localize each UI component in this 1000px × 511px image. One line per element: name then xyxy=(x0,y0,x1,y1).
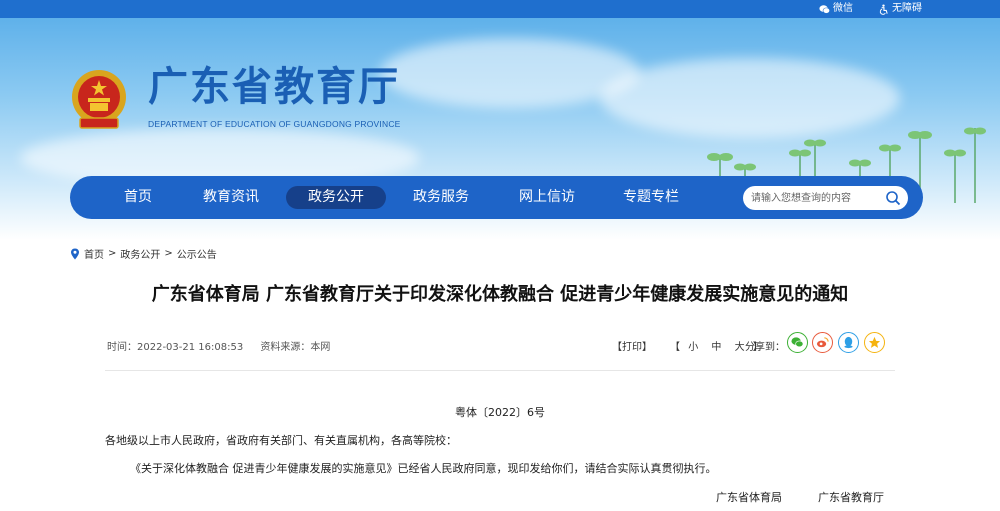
share-qq-button[interactable] xyxy=(838,332,859,353)
print-button[interactable]: 【打印】 xyxy=(612,338,652,353)
time-value: 2022-03-21 16:08:53 xyxy=(137,342,244,353)
article-tools: 【打印】 【 小 中 大 】 xyxy=(612,338,763,353)
top-bar: 微信 无障碍 xyxy=(0,0,1000,18)
share-weibo-icon xyxy=(816,337,829,348)
site-title[interactable]: 广东省教育厅 xyxy=(148,63,400,111)
nav-item-special-topics[interactable]: 专题专栏 xyxy=(616,186,686,209)
search-box xyxy=(743,186,908,210)
nav-item-government-affairs[interactable]: 政务公开 xyxy=(286,186,386,209)
share-wechat-button[interactable] xyxy=(787,332,808,353)
article-title: 广东省体育局 广东省教育厅关于印发深化体教融合 促进青少年健康发展实施意见的通知 xyxy=(151,284,849,305)
main-nav: 首页 教育资讯 政务公开 政务服务 网上信访 专题专栏 xyxy=(70,176,923,219)
breadcrumb-item-announcements[interactable]: 公示公告 xyxy=(177,246,217,261)
share-label: 分享到： xyxy=(745,342,785,353)
accessibility-label: 无障碍 xyxy=(892,3,922,14)
breadcrumb-separator: > xyxy=(108,248,117,259)
source-label: 资料来源： xyxy=(260,342,311,353)
share-weibo-button[interactable] xyxy=(812,332,833,353)
nav-item-education-news[interactable]: 教育资讯 xyxy=(196,186,266,209)
share-qzone-button[interactable] xyxy=(864,332,885,353)
share-qq-icon xyxy=(844,336,853,349)
breadcrumb: 首页 > 政务公开 > 公示公告 xyxy=(70,246,217,261)
search-input[interactable] xyxy=(751,190,881,206)
font-size-small[interactable]: 小 xyxy=(688,342,698,353)
article-meta: 时间：2022-03-21 16:08:53 资料来源：本网 xyxy=(107,338,344,353)
document-number: 粤体〔2022〕6号 xyxy=(455,406,545,419)
accessibility-link[interactable]: 无障碍 xyxy=(878,2,922,16)
breadcrumb-separator: > xyxy=(164,248,173,259)
signer-sports-bureau: 广东省体育局 xyxy=(716,491,782,504)
breadcrumb-item-home[interactable]: 首页 xyxy=(84,246,104,261)
accessibility-icon xyxy=(879,3,888,15)
wechat-icon xyxy=(819,4,830,14)
nav-item-government-services[interactable]: 政务服务 xyxy=(406,186,476,209)
share-wechat-icon xyxy=(791,337,804,348)
source-value: 本网 xyxy=(310,342,331,353)
font-size-medium[interactable]: 中 xyxy=(711,342,721,353)
font-size-large[interactable]: 大 xyxy=(735,342,745,353)
salutation: 各地级以上市人民政府，省政府有关部门、有关直属机构，各高等院校： xyxy=(105,434,457,447)
share-qzone-icon xyxy=(868,336,881,348)
site-subtitle: DEPARTMENT OF EDUCATION OF GUANGDONG PRO… xyxy=(148,119,401,129)
national-emblem xyxy=(72,70,126,129)
body-paragraph: 《关于深化体教融合 促进青少年健康发展的实施意见》已经省人民政府同意，现印发给你… xyxy=(130,462,717,475)
divider xyxy=(105,370,895,371)
source: 资料来源：本网 xyxy=(260,342,330,353)
location-pin-icon xyxy=(71,248,79,259)
font-size-bracket-open: 【 xyxy=(670,342,680,353)
publish-time: 时间：2022-03-21 16:08:53 xyxy=(107,342,243,353)
search-icon[interactable] xyxy=(885,190,901,206)
wechat-label: 微信 xyxy=(833,3,853,14)
nav-item-online-petition[interactable]: 网上信访 xyxy=(512,186,582,209)
breadcrumb-item-government-affairs[interactable]: 政务公开 xyxy=(120,246,160,261)
time-label: 时间： xyxy=(107,342,137,353)
nav-item-home[interactable]: 首页 xyxy=(106,186,170,209)
wechat-link[interactable]: 微信 xyxy=(819,2,853,16)
signer-education-department: 广东省教育厅 xyxy=(818,491,884,504)
